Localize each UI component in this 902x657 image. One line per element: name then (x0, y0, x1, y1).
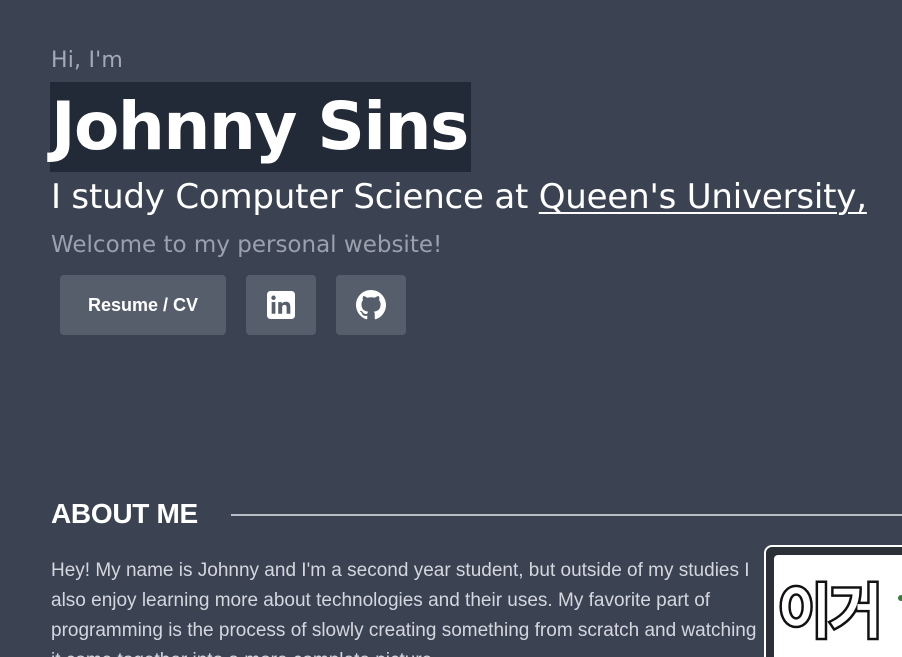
photo-caption: 이거 (776, 576, 886, 649)
study-line: I study Computer Science at Queen's Univ… (51, 175, 867, 219)
github-button[interactable] (336, 275, 406, 335)
study-prefix: I study Computer Science at (51, 177, 539, 217)
greeting-text: Hi, I'm (51, 48, 124, 73)
about-heading: ABOUT ME (51, 498, 198, 529)
resume-button[interactable]: Resume / CV (60, 275, 226, 335)
linkedin-icon (267, 291, 295, 319)
about-text: Hey! My name is Johnny and I'm a second … (51, 560, 757, 657)
linkedin-button[interactable] (246, 275, 316, 335)
github-icon (356, 290, 386, 320)
profile-photo-image: 이거 (774, 555, 902, 657)
university-link[interactable]: Queen's University, (539, 177, 867, 217)
resume-button-label: Resume / CV (87, 294, 199, 315)
photo-detail (898, 595, 902, 601)
page: Hi, I'm Johnny Sins I study Computer Sci… (0, 0, 902, 657)
welcome-text: Welcome to my personal website! (51, 232, 443, 258)
about-divider (231, 514, 902, 516)
name-highlight: Johnny Sins (50, 82, 471, 172)
page-title: Johnny Sins (51, 88, 469, 165)
profile-photo: 이거 (764, 545, 902, 657)
